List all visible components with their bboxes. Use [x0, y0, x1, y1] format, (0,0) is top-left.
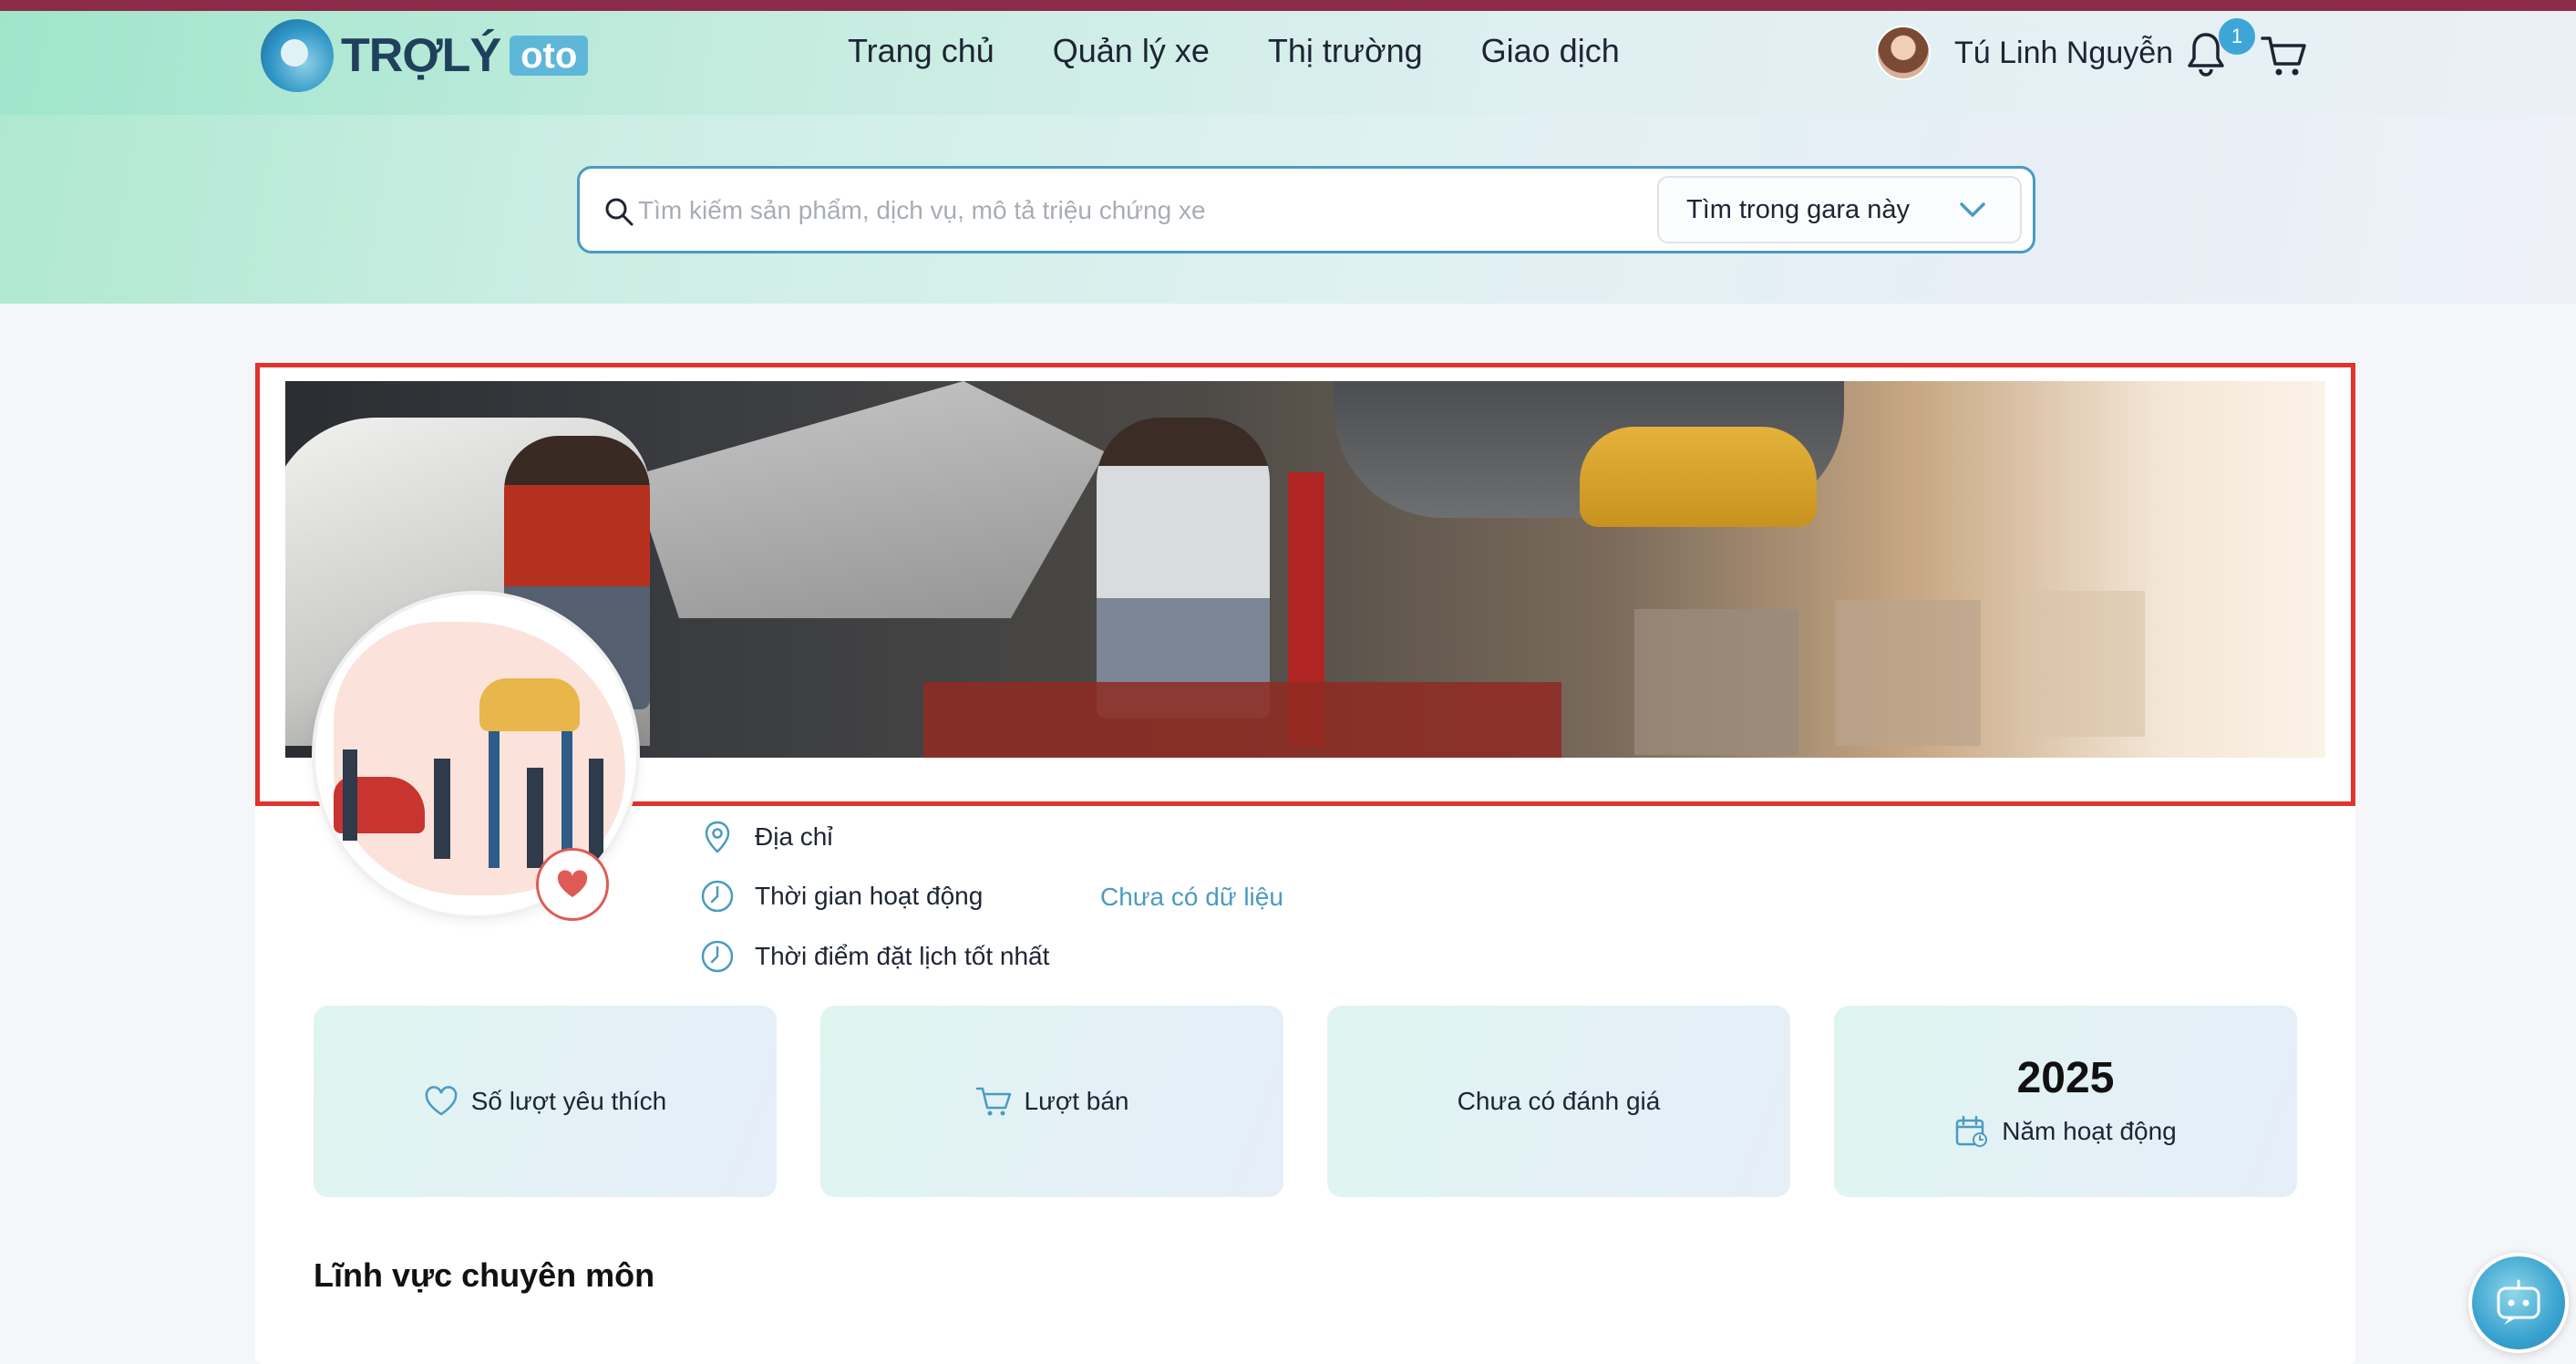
search-scope-select[interactable]: Tìm trong gara này: [1657, 176, 2022, 243]
search-bar: Tìm trong gara này: [577, 166, 2035, 253]
clock-icon: [701, 940, 734, 973]
rating-label: Chưa có đánh giá: [1457, 1087, 1661, 1115]
top-accent-strip: [0, 0, 2576, 11]
chatbot-icon: [2497, 1279, 2540, 1325]
nav-item-home[interactable]: Trang chủ: [848, 29, 994, 73]
nav-item-market[interactable]: Thị trường: [1268, 29, 1423, 73]
nav-item-vehicle-management[interactable]: Quản lý xe: [1053, 29, 1210, 73]
stat-years: 2025 Năm hoạt động: [1834, 1006, 2297, 1197]
hours-row: Thời gian hoạt động: [700, 879, 983, 914]
address-label: Địa chỉ: [755, 822, 833, 851]
search-input[interactable]: [638, 189, 1641, 232]
notification-badge: 1: [2219, 18, 2255, 55]
specialty-section-title: Lĩnh vực chuyên môn: [314, 1256, 655, 1294]
chatbot-button[interactable]: [2468, 1253, 2569, 1353]
heart-icon: [557, 870, 588, 897]
location-pin-icon: [705, 821, 730, 853]
cart-icon: [975, 1087, 1011, 1116]
hours-value: Chưa có dữ liệu: [1100, 883, 1283, 911]
heart-icon: [425, 1086, 458, 1116]
sales-label: Lượt bán: [1024, 1087, 1129, 1115]
main-nav: Trang chủ Quản lý xe Thị trường Giao dịc…: [848, 29, 1620, 73]
stat-rating: Chưa có đánh giá: [1327, 1006, 1790, 1197]
hours-label: Thời gian hoạt động: [755, 882, 984, 910]
chevron-down-icon: [1960, 202, 1985, 217]
address-row: Địa chỉ: [700, 820, 833, 854]
best-time-label: Thời điểm đặt lịch tốt nhất: [755, 942, 1050, 970]
stat-sales: Lượt bán: [820, 1006, 1283, 1197]
calendar-icon: [1956, 1115, 1988, 1147]
cart-icon[interactable]: [2261, 35, 2308, 78]
best-time-row: Thời điểm đặt lịch tốt nhất: [700, 939, 1049, 974]
likes-label: Số lượt yêu thích: [470, 1087, 667, 1115]
header: TRỢLÝ oto Trang chủ Quản lý xe Thị trườn…: [0, 11, 2576, 115]
years-value: 2025: [2016, 1054, 2115, 1102]
brand-suffix: oto: [510, 36, 589, 76]
clock-icon: [701, 880, 734, 913]
brand-logo[interactable]: TRỢLÝ oto: [261, 16, 589, 95]
favorite-button[interactable]: [536, 848, 609, 921]
logo-mark-icon: [261, 19, 334, 92]
brand-name: TRỢLÝ: [341, 29, 501, 82]
search-icon: [605, 198, 634, 226]
years-label: Năm hoạt động: [2002, 1117, 2177, 1145]
user-name[interactable]: Tú Linh Nguyễn: [1954, 36, 2173, 71]
avatar[interactable]: [1876, 26, 1931, 80]
stat-likes: Số lượt yêu thích: [314, 1006, 777, 1197]
user-menu[interactable]: Tú Linh Nguyễn: [1876, 24, 2173, 82]
nav-item-transactions[interactable]: Giao dịch: [1481, 29, 1620, 73]
search-scope-label: Tìm trong gara này: [1686, 194, 1910, 224]
